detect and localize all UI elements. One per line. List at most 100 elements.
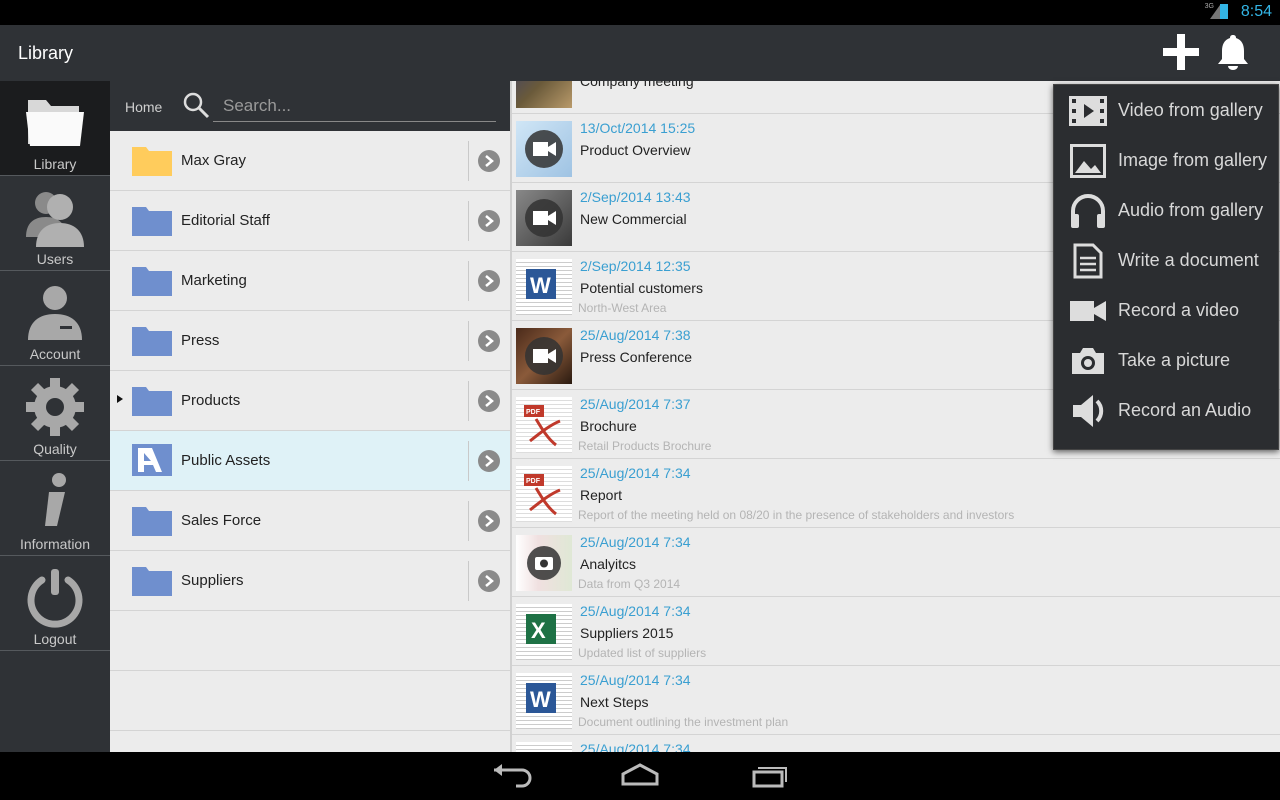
folder-icon (132, 387, 172, 416)
file-name: Suppliers 2015 (580, 625, 674, 641)
excel-document-icon: X (516, 604, 572, 660)
folder-row[interactable]: Editorial Staff (110, 191, 510, 251)
folder-name: Sales Force (181, 512, 262, 529)
home-button[interactable] (615, 760, 665, 792)
folder-row[interactable]: Max Gray (110, 131, 510, 191)
video-thumbnail (516, 121, 572, 177)
menu-record-an-audio[interactable]: Record an Audio (1054, 385, 1278, 435)
folder-row[interactable]: Marketing (110, 251, 510, 311)
recent-apps-icon (752, 767, 787, 788)
chevron-right-icon[interactable] (478, 330, 500, 352)
file-name: Product Overview (580, 142, 691, 158)
folder-row[interactable]: Suppliers (110, 551, 510, 611)
file-name: Next Steps (580, 694, 649, 710)
nav-label: Information (19, 536, 91, 552)
file-description: Updated list of suppliers (578, 646, 707, 660)
file-date: 2/Sep/2014 12:35 (580, 258, 691, 274)
chevron-right-icon[interactable] (478, 390, 500, 412)
menu-label: Take a picture (1118, 350, 1231, 370)
menu-image-from-gallery[interactable]: Image from gallery (1054, 135, 1278, 185)
signal-icon (1210, 5, 1220, 19)
video-thumbnail (516, 190, 572, 246)
image-icon (1068, 143, 1108, 179)
expand-arrow-icon[interactable] (117, 395, 123, 403)
menu-audio-from-gallery[interactable]: Audio from gallery (1054, 185, 1278, 235)
back-icon (494, 764, 532, 788)
camera-icon (1068, 343, 1108, 379)
file-row[interactable]: 25/Aug/2014 7:34 Analyitcs Data from Q3 … (512, 528, 1280, 597)
search-bar: Home (110, 81, 510, 131)
file-date: 25/Aug/2014 7:34 (580, 672, 691, 688)
nav-label: Logout (33, 631, 77, 647)
file-row[interactable]: PDF 25/Aug/2014 7:34 Report Report of th… (512, 459, 1280, 528)
file-name: Potential customers (580, 280, 703, 296)
system-nav-bar (0, 752, 1280, 800)
pdf-document-icon: PDF (516, 466, 572, 522)
add-button[interactable] (1160, 31, 1202, 73)
photo-thumbnail (516, 535, 572, 591)
chevron-right-icon[interactable] (478, 150, 500, 172)
file-name: New Commercial (580, 211, 687, 227)
menu-video-from-gallery[interactable]: Video from gallery (1054, 85, 1278, 135)
photo-thumbnail (516, 81, 572, 108)
video-thumbnail (516, 328, 572, 384)
menu-write-a-document[interactable]: Write a document (1054, 235, 1278, 285)
app-title: Library (18, 43, 74, 63)
chevron-right-icon[interactable] (478, 450, 500, 472)
folder-row[interactable]: Press (110, 311, 510, 371)
recent-apps-button[interactable] (744, 760, 794, 792)
breadcrumb-home[interactable]: Home (125, 99, 162, 115)
folder-icon (132, 147, 172, 176)
file-date: 25/Aug/2014 7:34 (580, 741, 691, 752)
film-icon (1068, 93, 1108, 129)
document-thumbnail (516, 742, 572, 752)
menu-record-a-video[interactable]: Record a video (1054, 285, 1278, 335)
menu-take-a-picture[interactable]: Take a picture (1054, 335, 1278, 385)
file-row[interactable]: X 25/Aug/2014 7:34 Suppliers 2015 Update… (512, 597, 1280, 666)
back-button[interactable] (488, 760, 538, 792)
file-name: Report (580, 487, 623, 503)
account-icon (22, 281, 88, 343)
menu-label: Audio from gallery (1118, 200, 1264, 220)
chevron-right-icon[interactable] (478, 270, 500, 292)
home-icon (621, 763, 659, 786)
folder-icon (132, 267, 172, 296)
nav-information[interactable]: Information (0, 461, 110, 556)
file-date: 25/Aug/2014 7:38 (580, 327, 691, 343)
action-bar: Library (0, 25, 1280, 81)
search-input[interactable] (213, 90, 496, 122)
file-name: Analyitcs (580, 556, 637, 572)
file-row[interactable]: 25/Aug/2014 7:34 (512, 735, 1280, 752)
folder-icon (132, 507, 172, 536)
folder-name: Products (181, 392, 241, 409)
folder-row[interactable]: Sales Force (110, 491, 510, 551)
file-name: Company meeting (580, 81, 694, 89)
folder-row[interactable]: Products (110, 371, 510, 431)
nav-account[interactable]: Account (0, 271, 110, 366)
speaker-icon (1068, 393, 1108, 429)
headphones-icon (1068, 193, 1108, 229)
svg-text:X: X (531, 618, 546, 643)
chevron-right-icon[interactable] (478, 510, 500, 532)
search-icon[interactable] (182, 91, 210, 119)
status-bar: 3G 8:54 (0, 0, 1280, 25)
file-date: 13/Oct/2014 15:25 (580, 120, 696, 136)
file-description: North-West Area (578, 301, 667, 315)
file-row[interactable]: W 25/Aug/2014 7:34 Next Steps Document o… (512, 666, 1280, 735)
folder-row[interactable]: Public Assets (110, 431, 510, 491)
file-date: 25/Aug/2014 7:34 (580, 534, 691, 550)
folder-icon (22, 91, 88, 153)
nav-quality[interactable]: Quality (0, 366, 110, 461)
empty-row (110, 671, 510, 731)
file-name: Press Conference (580, 349, 693, 365)
chevron-right-icon[interactable] (478, 210, 500, 232)
document-icon (1068, 243, 1108, 279)
notifications-button[interactable] (1212, 31, 1254, 73)
file-description: Report of the meeting held on 08/20 in t… (578, 508, 1015, 522)
nav-logout[interactable]: Logout (0, 556, 110, 651)
nav-library[interactable]: Library (0, 81, 110, 176)
pdf-document-icon: PDF (516, 397, 572, 453)
chevron-right-icon[interactable] (478, 570, 500, 592)
gear-icon (22, 376, 88, 438)
nav-users[interactable]: Users (0, 176, 110, 271)
